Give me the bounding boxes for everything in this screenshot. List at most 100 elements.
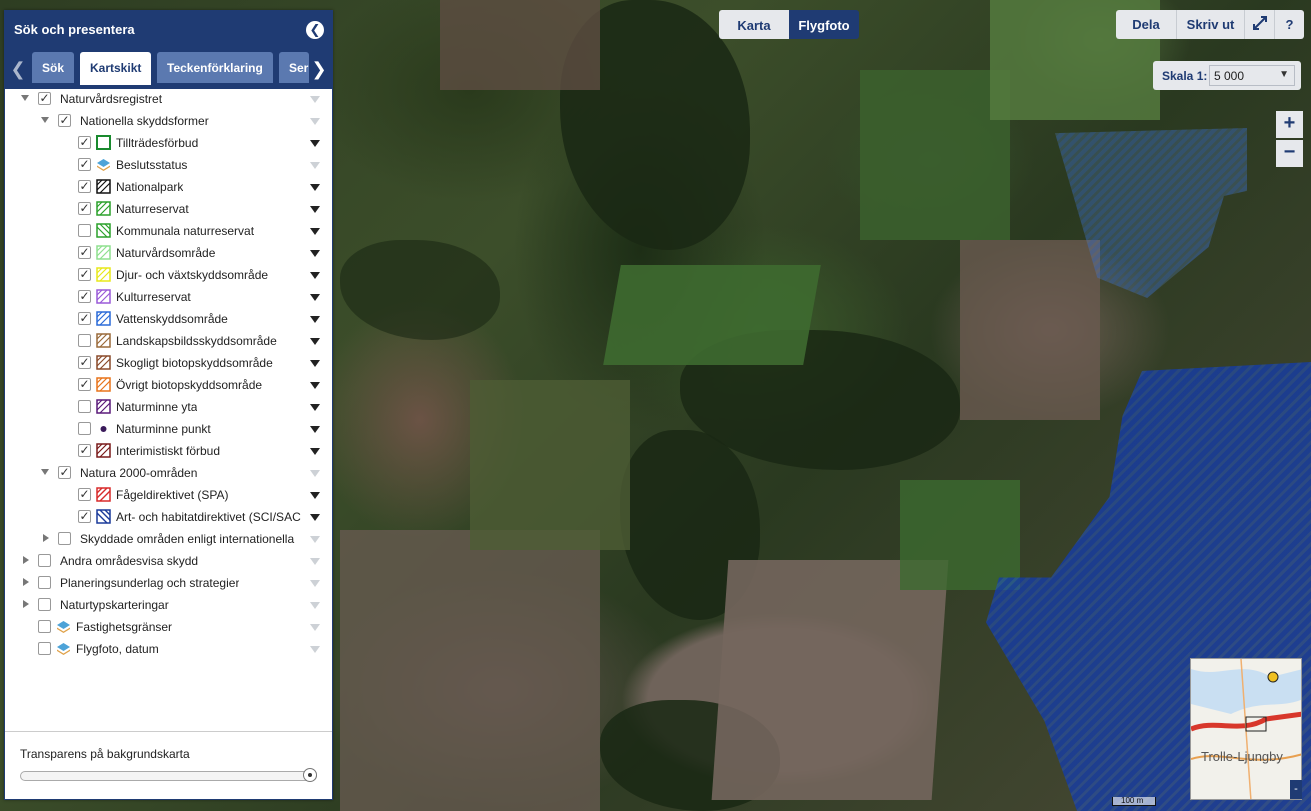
collapse-icon[interactable] [41,469,49,475]
layer-menu-icon[interactable] [310,492,320,499]
layer-row[interactable]: ✓ Övrigt biotopskyddsområde [5,375,332,395]
layer-checkbox[interactable]: ✓ [78,158,91,171]
layer-row[interactable]: Andra områdesvisa skydd [5,551,332,571]
layer-menu-icon[interactable] [310,514,320,521]
layer-row[interactable]: Skyddade områden enligt internationella [5,529,332,549]
layer-checkbox[interactable]: ✓ [38,92,51,105]
layer-row[interactable]: ✓ Naturvårdsområde [5,243,332,263]
tab-teckenforklaring[interactable]: Teckenförklaring [157,52,273,83]
layer-checkbox[interactable]: ✓ [78,180,91,193]
layer-menu-icon[interactable] [310,646,320,653]
fullscreen-button[interactable] [1245,10,1275,39]
layer-checkbox[interactable]: ✓ [78,488,91,501]
layer-row[interactable]: ✓ Tillträdesförbud [5,133,332,153]
layer-checkbox[interactable]: ✓ [58,114,71,127]
tab-sok[interactable]: Sök [32,52,75,83]
expand-icon[interactable] [23,600,29,608]
layer-row[interactable]: Landskapsbildsskyddsområde [5,331,332,351]
layer-checkbox[interactable]: ✓ [78,246,91,259]
layer-row[interactable]: ✓ Fågeldirektivet (SPA) [5,485,332,505]
help-button[interactable]: ? [1275,10,1304,39]
layer-row[interactable]: ✓ Beslutsstatus [5,155,332,175]
layer-menu-icon[interactable] [310,118,320,125]
layer-menu-icon[interactable] [310,184,320,191]
layer-menu-icon[interactable] [310,580,320,587]
layer-row[interactable]: ✓ Natura 2000-områden [5,463,332,483]
scale-select[interactable]: 5 000 ▼ [1209,65,1295,86]
layer-checkbox[interactable]: ✓ [78,378,91,391]
layer-checkbox[interactable] [38,598,51,611]
expand-icon[interactable] [43,534,49,542]
layer-menu-icon[interactable] [310,316,320,323]
layer-menu-icon[interactable] [310,96,320,103]
layer-row[interactable]: Flygfoto, datum [5,639,332,659]
tab-ser[interactable]: Ser [279,52,309,83]
layer-checkbox[interactable]: ✓ [78,202,91,215]
print-button[interactable]: Skriv ut [1177,10,1245,39]
layer-row[interactable]: Naturminne yta [5,397,332,417]
layer-menu-icon[interactable] [310,228,320,235]
layer-row[interactable]: ✓ Kulturreservat [5,287,332,307]
zoom-in-button[interactable]: + [1276,111,1303,138]
layer-checkbox[interactable] [78,224,91,237]
layer-menu-icon[interactable] [310,470,320,477]
layer-menu-icon[interactable] [310,624,320,631]
layer-menu-icon[interactable] [310,272,320,279]
layer-checkbox[interactable] [38,620,51,633]
layer-checkbox[interactable]: ✓ [78,356,91,369]
layer-row[interactable]: ✓ Naturvårdsregistret [5,89,332,109]
layer-checkbox[interactable] [38,554,51,567]
layer-checkbox[interactable]: ✓ [78,136,91,149]
layer-checkbox[interactable]: ✓ [78,510,91,523]
layer-menu-icon[interactable] [310,602,320,609]
layer-checkbox[interactable] [78,422,91,435]
layer-checkbox[interactable]: ✓ [78,268,91,281]
layer-checkbox[interactable]: ✓ [78,312,91,325]
layer-row[interactable]: ✓ Nationalpark [5,177,332,197]
layer-menu-icon[interactable] [310,360,320,367]
layer-row[interactable]: ✓ Naturreservat [5,199,332,219]
tab-scroll-left-icon[interactable]: ❮ [8,57,28,83]
layer-menu-icon[interactable] [310,294,320,301]
layer-menu-icon[interactable] [310,448,320,455]
zoom-out-button[interactable]: − [1276,140,1303,167]
layer-menu-icon[interactable] [310,162,320,169]
layer-row[interactable]: Kommunala naturreservat [5,221,332,241]
collapse-icon[interactable] [41,117,49,123]
tab-kartskikt[interactable]: Kartskikt [80,52,152,85]
layer-menu-icon[interactable] [310,426,320,433]
layer-checkbox[interactable] [78,334,91,347]
layer-row[interactable]: Naturminne punkt [5,419,332,439]
transparency-slider-handle[interactable] [303,768,317,782]
layer-menu-icon[interactable] [310,250,320,257]
expand-icon[interactable] [23,556,29,564]
map-mode-karta-button[interactable]: Karta [719,10,789,39]
layer-row[interactable]: ✓ Art- och habitatdirektivet (SCI/SAC [5,507,332,527]
transparency-slider[interactable] [20,771,317,781]
layer-row[interactable]: ✓ Interimistiskt förbud [5,441,332,461]
layer-row[interactable]: ✓ Vattenskyddsområde [5,309,332,329]
layer-row[interactable]: Planeringsunderlag och strategier [5,573,332,593]
layer-menu-icon[interactable] [310,558,320,565]
layer-checkbox[interactable] [38,642,51,655]
layer-checkbox[interactable]: ✓ [78,290,91,303]
overview-minimize-button[interactable]: - [1290,780,1302,799]
layer-menu-icon[interactable] [310,536,320,543]
layer-row[interactable]: ✓ Nationella skyddsformer [5,111,332,131]
layer-row[interactable]: Naturtypskarteringar [5,595,332,615]
layer-menu-icon[interactable] [310,140,320,147]
layer-checkbox[interactable]: ✓ [78,444,91,457]
layer-menu-icon[interactable] [310,338,320,345]
layer-checkbox[interactable] [78,400,91,413]
tab-scroll-right-icon[interactable]: ❯ [309,57,329,83]
overview-map[interactable]: Trolle-Ljungby [1190,658,1302,800]
layer-checkbox[interactable] [38,576,51,589]
layer-menu-icon[interactable] [310,206,320,213]
expand-icon[interactable] [23,578,29,586]
layer-checkbox[interactable]: ✓ [58,466,71,479]
layer-menu-icon[interactable] [310,382,320,389]
share-button[interactable]: Dela [1116,10,1177,39]
layer-row[interactable]: ✓ Skogligt biotopskyddsområde [5,353,332,373]
layer-menu-icon[interactable] [310,404,320,411]
collapse-panel-icon[interactable]: ❮ [306,21,324,39]
